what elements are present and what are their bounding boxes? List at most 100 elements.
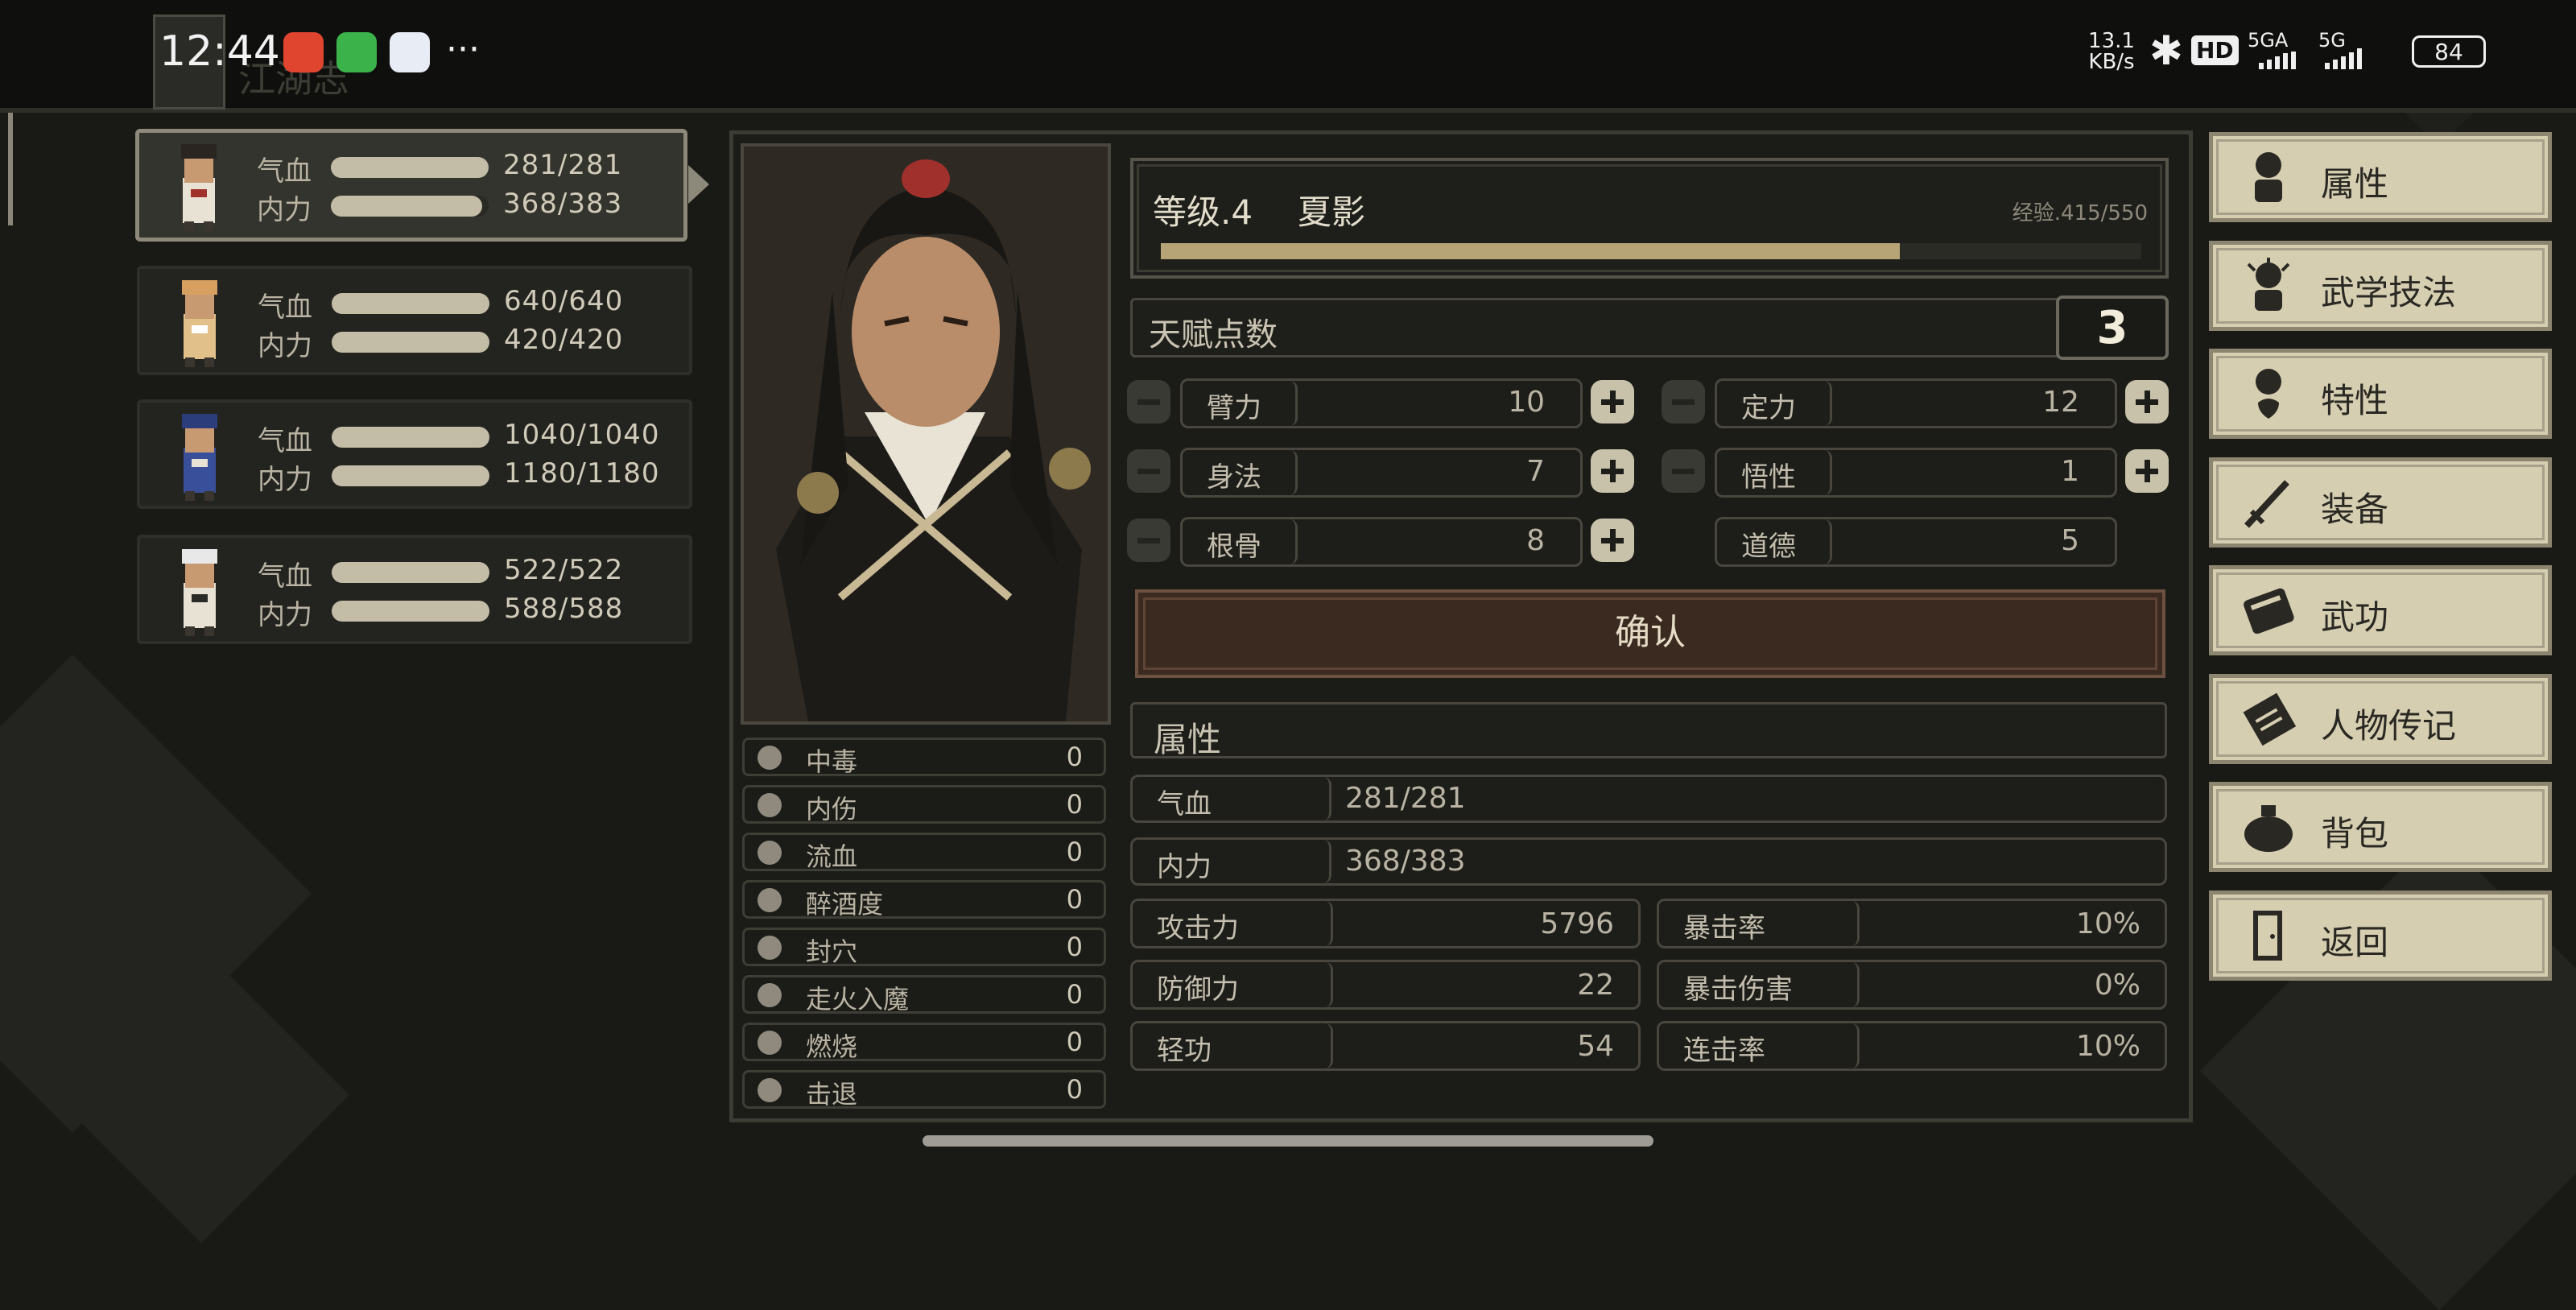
demon-icon — [758, 983, 782, 1007]
net-speed: 13.1 KB/s — [2083, 31, 2140, 72]
menu-button[interactable]: 属性 — [2209, 132, 2552, 222]
signal1-icon — [2254, 52, 2302, 69]
focus-stat-box: 定力 12 — [1715, 378, 2117, 428]
arm-plus-button[interactable] — [1591, 380, 1634, 424]
party-member-card[interactable]: 气血 640/640 内力 420/420 — [137, 266, 692, 375]
qinggong-attr-box: 轻功 54 — [1130, 1021, 1641, 1071]
hp-label: 气血 — [257, 155, 312, 188]
atk-attr-label: 攻击力 — [1157, 912, 1239, 944]
status-effect-row: 内伤 0 — [742, 785, 1106, 824]
status-effect-value: 0 — [1066, 1074, 1083, 1105]
status-bar: 江湖志 12:44 ··· 13.1 KB/s ✱ HD 5GA 5G 84 — [0, 0, 2576, 113]
status-effect-row: 走火入魔 0 — [742, 975, 1106, 1015]
status-effect-label: 中毒 — [806, 746, 858, 777]
figure-heart-icon — [2240, 366, 2297, 422]
crit-attr-label: 暴击率 — [1683, 912, 1765, 944]
confirm-button[interactable]: 确认 — [1135, 589, 2165, 678]
status-effect-row: 中毒 0 — [742, 738, 1106, 777]
talent-points-value: 3 — [2056, 295, 2169, 360]
arm-value: 10 — [1508, 386, 1545, 419]
mp-label: 内力 — [257, 194, 312, 226]
hp-value: 1040/1040 — [504, 419, 660, 451]
hd-voice-icon: HD — [2191, 35, 2239, 65]
focus-minus-button[interactable] — [1662, 380, 1705, 424]
party-member-card[interactable]: 气血 1040/1040 内力 1180/1180 — [137, 399, 692, 509]
agility-plus-button[interactable] — [1591, 449, 1634, 493]
bone-stat-box: 根骨 8 — [1180, 517, 1583, 567]
menu-button[interactable]: 特性 — [2209, 349, 2552, 439]
critdmg-attr-label: 暴击伤害 — [1683, 973, 1793, 1006]
menu-button-label: 武功 — [2321, 597, 2389, 637]
critdmg-attr-box: 暴击伤害 0% — [1657, 960, 2167, 1010]
insight-minus-button[interactable] — [1662, 449, 1705, 493]
menu-button[interactable]: 人物传记 — [2209, 673, 2552, 764]
character-name: 夏影 — [1298, 192, 1366, 232]
atk-attr-box: 攻击力 5796 — [1130, 899, 1641, 948]
hp-bar — [332, 562, 489, 583]
battery-icon: 84 — [2412, 35, 2486, 68]
menu-button-label: 背包 — [2321, 814, 2389, 853]
morality-value: 5 — [2061, 524, 2079, 557]
wechat-app-icon — [336, 32, 377, 72]
character-portrait — [741, 143, 1111, 725]
hp-value: 281/281 — [503, 149, 623, 181]
critdmg-attr-value: 0% — [2094, 969, 2140, 1002]
party-member-sprite — [159, 274, 240, 370]
hp-attr-value: 281/281 — [1345, 782, 1466, 815]
mp-bar — [332, 332, 489, 353]
insight-value: 1 — [2061, 455, 2079, 488]
crit-attr-box: 暴击率 10% — [1657, 899, 2167, 948]
status-effect-value: 0 — [1066, 979, 1083, 1010]
book-icon — [2240, 582, 2297, 638]
party-member-sprite — [159, 543, 240, 639]
focus-plus-button[interactable] — [2125, 380, 2169, 424]
home-indicator[interactable] — [923, 1135, 1653, 1147]
bone-minus-button[interactable] — [1127, 519, 1170, 562]
bone-plus-button[interactable] — [1591, 519, 1634, 562]
menu-button-label: 属性 — [2321, 164, 2389, 204]
party-member-card[interactable]: 气血 522/522 内力 588/588 — [137, 535, 692, 644]
menu-button-label: 装备 — [2321, 489, 2389, 529]
more-notifications-icon: ··· — [446, 29, 480, 70]
agility-stat-box: 身法 7 — [1180, 448, 1583, 498]
net-speed-value: 13.1 — [2088, 29, 2135, 53]
net-speed-unit: KB/s — [2088, 50, 2135, 74]
menu-button[interactable]: 武功 — [2209, 565, 2552, 655]
mp-bar-fill — [331, 196, 483, 217]
hp-bar-fill — [331, 157, 489, 178]
hp-bar-fill — [332, 562, 489, 583]
status-effect-value: 0 — [1066, 1027, 1083, 1057]
menu-button[interactable]: 武学技法 — [2209, 240, 2552, 331]
hp-bar — [332, 293, 489, 314]
hp-bar-fill — [332, 427, 489, 448]
hp-label: 气血 — [258, 425, 312, 457]
menu-button[interactable]: 背包 — [2209, 782, 2552, 872]
focus-value: 12 — [2042, 386, 2079, 419]
status-effect-value: 0 — [1066, 742, 1083, 772]
def-attr-box: 防御力 22 — [1130, 960, 1641, 1010]
status-effect-row: 流血 0 — [742, 833, 1106, 872]
arm-minus-button[interactable] — [1127, 380, 1170, 424]
atk-attr-value: 5796 — [1540, 907, 1614, 940]
talent-points-label: 天赋点数 — [1149, 316, 1278, 353]
party-member-card[interactable]: 气血 281/281 内力 368/383 — [135, 129, 709, 242]
insight-stat-box: 悟性 1 — [1715, 448, 2117, 498]
menu-button[interactable]: 返回 — [2209, 890, 2552, 981]
hp-label: 气血 — [258, 560, 312, 593]
bluetooth-icon: ✱ — [2149, 27, 2183, 74]
mp-value: 420/420 — [504, 324, 624, 356]
exp-text: 经验.415/550 — [2012, 201, 2148, 225]
menu-button[interactable]: 装备 — [2209, 457, 2552, 548]
insight-plus-button[interactable] — [2125, 449, 2169, 493]
sword-icon — [2240, 474, 2297, 531]
mp-value: 1180/1180 — [504, 457, 660, 490]
insight-label: 悟性 — [1741, 461, 1796, 494]
mp-bar — [332, 465, 489, 486]
mp-attr-label: 内力 — [1157, 851, 1212, 883]
mp-label: 内力 — [258, 330, 312, 362]
mp-value: 368/383 — [503, 188, 623, 220]
status-effect-label: 封穴 — [806, 936, 858, 967]
agility-minus-button[interactable] — [1127, 449, 1170, 493]
mp-bar — [332, 601, 489, 622]
combo-attr-box: 连击率 10% — [1657, 1021, 2167, 1071]
